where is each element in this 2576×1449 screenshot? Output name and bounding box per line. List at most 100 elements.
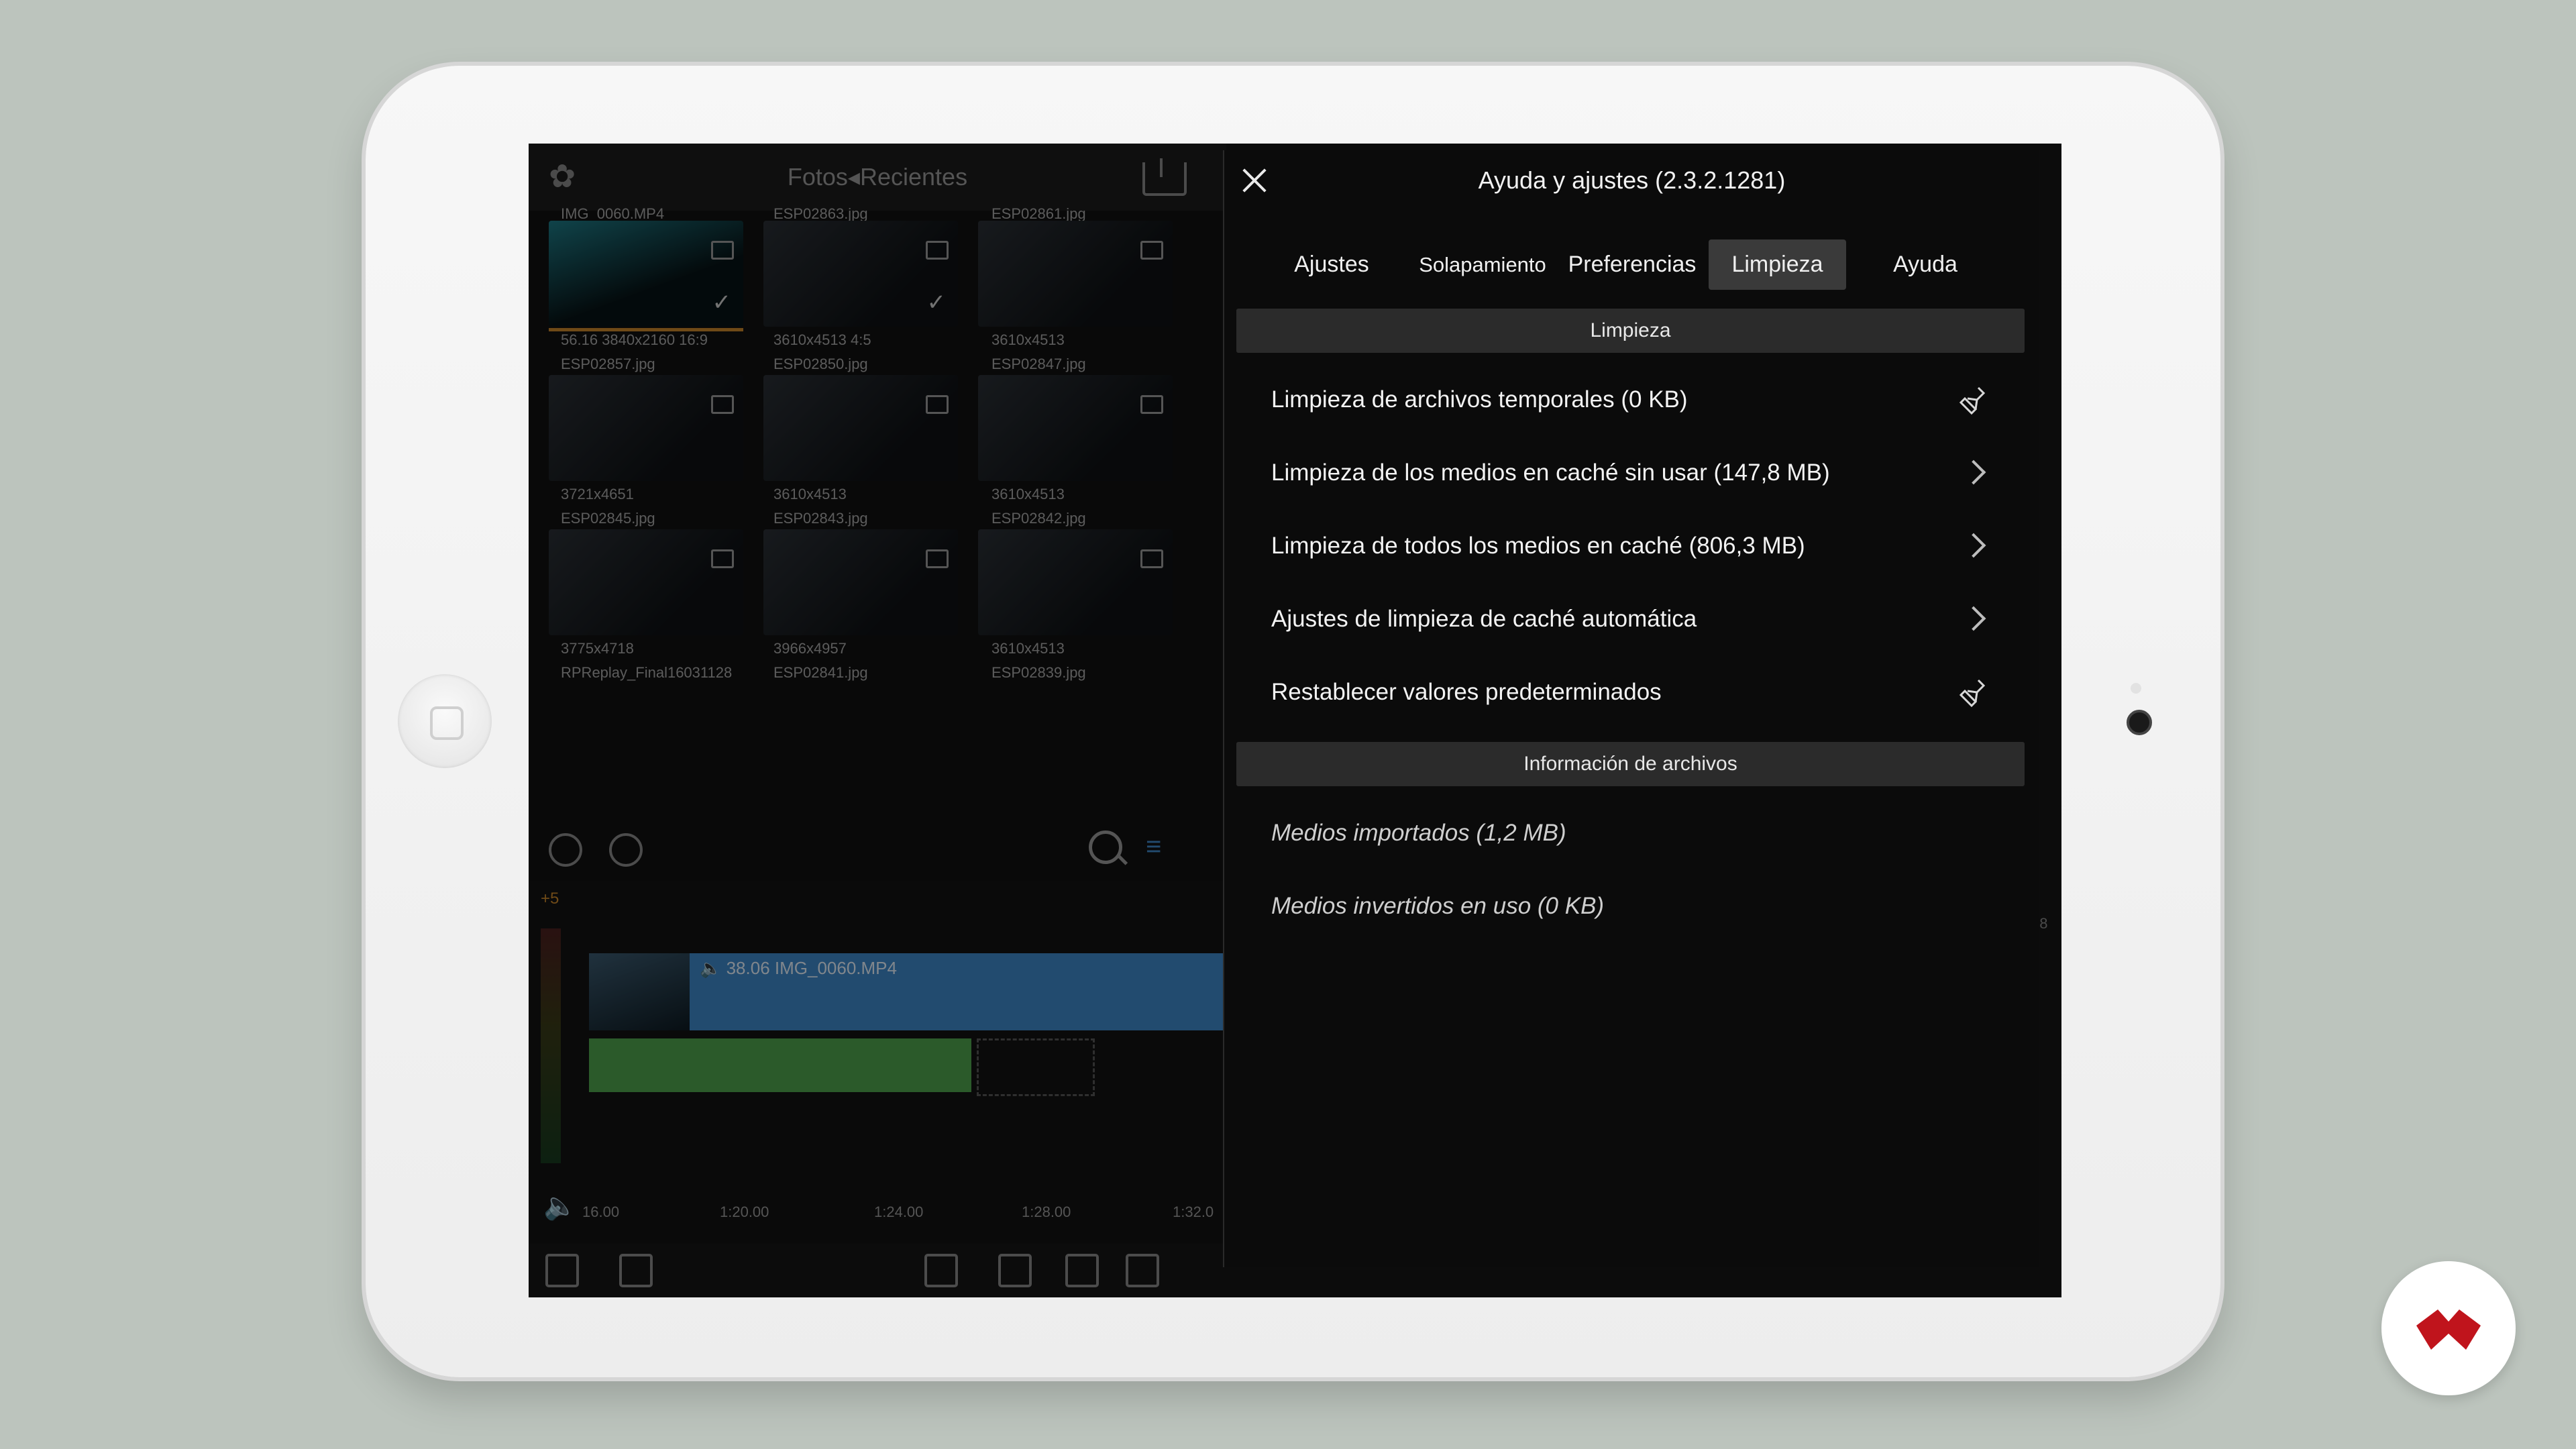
cleanup-temp-files[interactable]: Limpieza de archivos temporales (0 KB) xyxy=(1271,366,1996,433)
row-label: Ajustes de limpieza de caché automática xyxy=(1271,606,1697,632)
image-icon xyxy=(926,395,949,414)
thumb-info: 3610x4513 xyxy=(991,331,1065,348)
search-icon[interactable] xyxy=(1089,830,1122,864)
tab-limpieza[interactable]: Limpieza xyxy=(1709,239,1846,290)
cleanup-all-cache[interactable]: Limpieza de todos los medios en caché (8… xyxy=(1271,513,1996,580)
record-icon[interactable] xyxy=(609,833,643,867)
ruler-tick: 1:24.00 xyxy=(874,1203,924,1220)
thumb-name: ESP02850.jpg xyxy=(773,356,868,372)
media-browser: Fotos◂Recientes ✿ IMG_0060.MP4 ESP02863.… xyxy=(529,144,1226,1297)
image-icon xyxy=(926,241,949,260)
audio-clip[interactable] xyxy=(589,1038,971,1092)
thumb-name: ESP02839.jpg xyxy=(991,664,1086,681)
import-icon[interactable] xyxy=(1142,158,1187,196)
thumb-name: ESP02843.jpg xyxy=(773,510,868,527)
thumbnail-grid: IMG_0060.MP4 ESP02863.jpg ESP02861.jpg ✓… xyxy=(549,205,1206,814)
thumb-name: ESP02841.jpg xyxy=(773,664,868,681)
chevron-right-icon xyxy=(1961,533,1986,558)
thumbnail[interactable] xyxy=(549,529,743,635)
meter-label: +5 xyxy=(541,890,559,908)
flower-icon[interactable]: ✿ xyxy=(549,160,584,195)
image-icon xyxy=(711,395,734,414)
thumb-info: 3721x4651 xyxy=(561,486,634,502)
thumb-info: 3966x4957 xyxy=(773,640,847,657)
tab-ajustes[interactable]: Ajustes xyxy=(1265,239,1399,290)
close-icon[interactable] xyxy=(1238,164,1271,197)
thumbnail[interactable] xyxy=(763,529,958,635)
check-icon: ✓ xyxy=(926,290,947,315)
panel-title: Ayuda y ajustes (2.3.2.1281) xyxy=(1478,166,1786,194)
thumb-info: 3775x4718 xyxy=(561,640,634,657)
ruler-tick: 1:20.00 xyxy=(720,1203,769,1220)
chevron-right-icon xyxy=(1961,460,1986,485)
thumb-name: ESP02845.jpg xyxy=(561,510,655,527)
row-label: Limpieza de todos los medios en caché (8… xyxy=(1271,533,1805,559)
thumb-name: RPReplay_Final16031128 xyxy=(561,664,733,681)
video-clip-thumb xyxy=(589,953,690,1030)
select-all-icon[interactable] xyxy=(549,833,582,867)
list-icon[interactable] xyxy=(619,1254,653,1287)
settings-panel: Ayuda y ajustes (2.3.2.1281) Ajustes Sol… xyxy=(1223,150,2039,1267)
star-icon[interactable] xyxy=(1126,1254,1159,1287)
filter-icon[interactable]: ≡ xyxy=(1146,832,1161,862)
thumbnail[interactable]: ✓ xyxy=(549,221,743,327)
tab-preferencias[interactable]: Preferencias xyxy=(1558,239,1706,290)
thumbnail[interactable] xyxy=(978,375,1173,481)
video-clip-label: 🔈 38.06 IMG_0060.MP4 xyxy=(700,958,897,978)
chevron-right-icon xyxy=(1961,606,1986,631)
thumb-name: ESP02842.jpg xyxy=(991,510,1086,527)
thumbnail[interactable] xyxy=(978,529,1173,635)
auto-cache-cleanup-settings[interactable]: Ajustes de limpieza de caché automática xyxy=(1271,586,1996,653)
link-icon[interactable] xyxy=(998,1254,1032,1287)
tab-solapamiento[interactable]: Solapamiento xyxy=(1405,239,1560,290)
in-use-media-info: Medios invertidos en uso (0 KB) xyxy=(1271,893,1605,919)
add-media-icon[interactable] xyxy=(545,1254,579,1287)
section-cleanup-header: Limpieza xyxy=(1236,309,2025,353)
thumb-name: ESP02857.jpg xyxy=(561,356,655,372)
row-label: Limpieza de archivos temporales (0 KB) xyxy=(1271,386,1688,413)
imported-media-info: Medios importados (1,2 MB) xyxy=(1271,820,1566,846)
brand-logo xyxy=(2381,1261,2516,1395)
section-files-header: Información de archivos xyxy=(1236,742,2025,786)
tab-ayuda[interactable]: Ayuda xyxy=(1858,239,1992,290)
thumbnail[interactable] xyxy=(978,221,1173,327)
thumb-info: 3610x4513 xyxy=(991,640,1065,657)
broom-icon xyxy=(1959,386,1986,415)
thumbnail[interactable] xyxy=(549,375,743,481)
image-icon xyxy=(926,549,949,568)
ruler-tick: 1:32.0 xyxy=(1173,1203,1214,1220)
thumb-name: ESP02847.jpg xyxy=(991,356,1086,372)
cleanup-unused-cache[interactable]: Limpieza de los medios en caché sin usar… xyxy=(1271,439,1996,506)
check-icon: ✓ xyxy=(712,290,732,315)
image-icon xyxy=(1140,549,1163,568)
thumb-info: 56.16 3840x2160 16:9 xyxy=(561,331,708,348)
logo-mark-icon xyxy=(2416,1309,2481,1350)
row-label: Restablecer valores predeterminados xyxy=(1271,679,1662,705)
image-icon xyxy=(1140,395,1163,414)
timeline-ruler[interactable]: 16.00 1:20.00 1:24.00 1:28.00 1:32.0 xyxy=(582,1203,1226,1230)
thumbnail[interactable] xyxy=(763,375,958,481)
ipad-screen: Fotos◂Recientes ✿ IMG_0060.MP4 ESP02863.… xyxy=(529,144,2061,1297)
image-icon xyxy=(711,549,734,568)
thumb-info: 3610x4513 4:5 xyxy=(773,331,871,348)
thumb-info: 3610x4513 xyxy=(773,486,847,502)
front-sensor xyxy=(2131,683,2141,694)
broom-icon xyxy=(1959,679,1986,708)
front-camera xyxy=(2127,710,2152,735)
browser-toolbar: ≡ xyxy=(529,821,1226,875)
ruler-tick: 1:28.00 xyxy=(1022,1203,1071,1220)
browser-title[interactable]: Fotos◂Recientes xyxy=(529,144,1226,211)
add-clip-icon[interactable] xyxy=(924,1254,958,1287)
home-button[interactable] xyxy=(398,674,492,768)
ruler-tick: 16.00 xyxy=(582,1203,620,1220)
image-icon xyxy=(1140,241,1163,260)
volume-icon[interactable]: 🔈 xyxy=(543,1190,577,1222)
row-label: Limpieza de los medios en caché sin usar… xyxy=(1271,460,1830,486)
audio-placeholder[interactable] xyxy=(977,1038,1095,1096)
audio-meter xyxy=(541,928,561,1163)
thumb-info: 3610x4513 xyxy=(991,486,1065,502)
image-icon xyxy=(711,241,734,260)
pencil-icon[interactable] xyxy=(1065,1254,1099,1287)
reset-defaults[interactable]: Restablecer valores predeterminados xyxy=(1271,659,1996,726)
thumbnail[interactable]: ✓ xyxy=(763,221,958,327)
